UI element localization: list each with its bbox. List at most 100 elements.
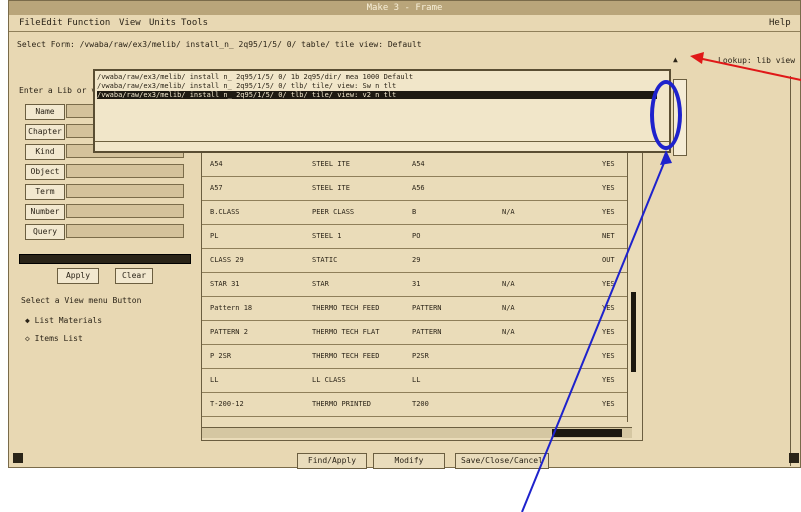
- table-cell: T-200-12: [210, 400, 244, 408]
- table-cell: CLASS 29: [210, 256, 244, 264]
- table-cell: THERMO TECH FEED: [312, 304, 380, 312]
- field-button-query[interactable]: Query: [25, 224, 65, 240]
- field-button-chapter[interactable]: Chapter: [25, 124, 65, 140]
- table-cell: T200: [412, 400, 429, 408]
- table-cell: STAR 31: [210, 280, 240, 288]
- table-row[interactable]: A54 STEEL ITE A54 YES: [202, 154, 627, 177]
- table-row[interactable]: PATTERN 2 THERMO TECH FLAT PATTERN N/A YES: [202, 322, 627, 345]
- right-edge-scrollbar[interactable]: [790, 76, 799, 466]
- radio-items-list[interactable]: ◇ Items List: [25, 334, 83, 343]
- clear-button[interactable]: Clear: [115, 268, 153, 284]
- radio-unselected-icon: ◇: [25, 334, 35, 343]
- table-row[interactable]: T-200-12 THERMO PRINTED T200 YES: [202, 394, 627, 417]
- table-cell: LL: [210, 376, 219, 384]
- field-button-number[interactable]: Number: [25, 204, 65, 220]
- table-cell: Pattern 18: [210, 304, 253, 312]
- table-cell: N/A: [502, 208, 515, 216]
- lookup-label: Lookup: lib view: [718, 56, 796, 65]
- right-arrow-icon[interactable]: [789, 453, 799, 463]
- table-cell: NET: [602, 232, 615, 240]
- modify-button[interactable]: Modify: [373, 453, 445, 469]
- table-cell: LL: [412, 376, 421, 384]
- table-cell: A54: [412, 160, 425, 168]
- results-table: A54 STEEL ITE A54 YES A57 STEEL ITE A56 YES B.CL…: [201, 151, 643, 441]
- field-button-term[interactable]: Term: [25, 184, 65, 200]
- table-cell: P 2SR: [210, 352, 232, 360]
- dropdown-option-3-selected[interactable]: /vwaba/raw/ex3/melib/ install n_ 2q95/1/…: [97, 91, 657, 99]
- table-cell: N/A: [502, 328, 515, 336]
- table-cell: YES: [602, 328, 615, 336]
- table-cell: PATTERN: [412, 304, 442, 312]
- table-cell: PEER CLASS: [312, 208, 355, 216]
- scroll-up-arrow-icon[interactable]: ▲: [673, 55, 678, 64]
- menu-help[interactable]: Help: [769, 18, 791, 28]
- menu-file[interactable]: File: [19, 18, 41, 28]
- table-cell: YES: [602, 304, 615, 312]
- table-row[interactable]: B.CLASS PEER CLASS B N/A YES: [202, 202, 627, 225]
- application-window: Make 3 - Frame File Edit Function View U…: [8, 0, 801, 469]
- table-cell: A54: [210, 160, 223, 168]
- table-cell: STAR: [312, 280, 329, 288]
- table-row[interactable]: CLASS 29 STATIC 29 OUT: [202, 250, 627, 273]
- table-vertical-scroll-thumb[interactable]: [631, 292, 636, 372]
- field-button-kind[interactable]: Kind: [25, 144, 65, 160]
- table-cell: LL CLASS: [312, 376, 346, 384]
- table-cell: STEEL ITE: [312, 160, 350, 168]
- menu-units[interactable]: Units: [149, 18, 176, 28]
- left-horizontal-scrollbar[interactable]: [19, 254, 191, 264]
- table-cell: N/A: [502, 280, 515, 288]
- select-view-label: Select a View menu Button: [21, 296, 142, 305]
- menu-view[interactable]: View: [119, 18, 141, 28]
- table-cell: YES: [602, 160, 615, 168]
- window-title: Make 3 - Frame: [9, 1, 800, 15]
- table-cell: YES: [602, 208, 615, 216]
- apply-button[interactable]: Apply: [57, 268, 99, 284]
- table-cell: PATTERN: [412, 328, 442, 336]
- table-cell: B: [412, 208, 417, 216]
- menu-tools[interactable]: Tools: [181, 18, 208, 28]
- table-cell: 29: [412, 256, 421, 264]
- menu-bar: File Edit Function View Units Tools Help: [9, 15, 800, 32]
- field-input-number[interactable]: [66, 204, 184, 218]
- table-row[interactable]: Pattern 18 THERMO TECH FEED PATTERN N/A YES: [202, 298, 627, 321]
- select-form-path: Select Form: /vwaba/raw/ex3/melib/ insta…: [17, 40, 422, 49]
- radio-list-materials[interactable]: ◆ List Materials: [25, 316, 102, 325]
- table-cell: A57: [210, 184, 223, 192]
- field-button-name[interactable]: Name: [25, 104, 65, 120]
- table-cell: STEEL 1: [312, 232, 342, 240]
- table-horizontal-scrollbar[interactable]: [202, 427, 632, 438]
- table-cell: PATTERN 2: [210, 328, 248, 336]
- save-close-cancel-button[interactable]: Save/Close/Cancel: [455, 453, 549, 469]
- field-input-object[interactable]: [66, 164, 184, 178]
- dropdown-option-2[interactable]: /vwaba/raw/ex3/melib/ install n_ 2q95/1/…: [97, 82, 657, 90]
- table-vertical-scrollbar[interactable]: [627, 152, 640, 422]
- table-row[interactable]: STAR 31 STAR 31 N/A YES: [202, 274, 627, 297]
- find-apply-button[interactable]: Find/Apply: [297, 453, 367, 469]
- highlight-circle: [650, 80, 682, 150]
- table-cell: YES: [602, 184, 615, 192]
- table-cell: B.CLASS: [210, 208, 240, 216]
- table-row[interactable]: PL STEEL 1 PO NET: [202, 226, 627, 249]
- dropdown-horizontal-scrollbar[interactable]: [95, 141, 669, 152]
- table-cell: 31: [412, 280, 421, 288]
- left-arrow-icon[interactable]: [13, 453, 23, 463]
- field-input-term[interactable]: [66, 184, 184, 198]
- field-button-object[interactable]: Object: [25, 164, 65, 180]
- form-path-dropdown[interactable]: /vwaba/raw/ex3/melib/ install n_ 2q95/1/…: [93, 69, 671, 153]
- table-horizontal-scroll-thumb[interactable]: [552, 429, 622, 437]
- field-input-query[interactable]: [66, 224, 184, 238]
- table-cell: THERMO PRINTED: [312, 400, 372, 408]
- table-row[interactable]: A57 STEEL ITE A56 YES: [202, 178, 627, 201]
- table-cell: STEEL ITE: [312, 184, 350, 192]
- table-row[interactable]: LL LL CLASS LL YES: [202, 370, 627, 393]
- menu-edit[interactable]: Edit: [41, 18, 63, 28]
- table-cell: P2SR: [412, 352, 429, 360]
- menu-function[interactable]: Function: [67, 18, 110, 28]
- table-cell: YES: [602, 280, 615, 288]
- table-row[interactable]: P 2SR THERMO TECH FEED P2SR YES: [202, 346, 627, 369]
- table-cell: YES: [602, 400, 615, 408]
- table-cell: OUT: [602, 256, 615, 264]
- table-cell: N/A: [502, 304, 515, 312]
- table-cell: YES: [602, 376, 615, 384]
- dropdown-option-1[interactable]: /vwaba/raw/ex3/melib/ install n_ 2q95/1/…: [97, 73, 657, 81]
